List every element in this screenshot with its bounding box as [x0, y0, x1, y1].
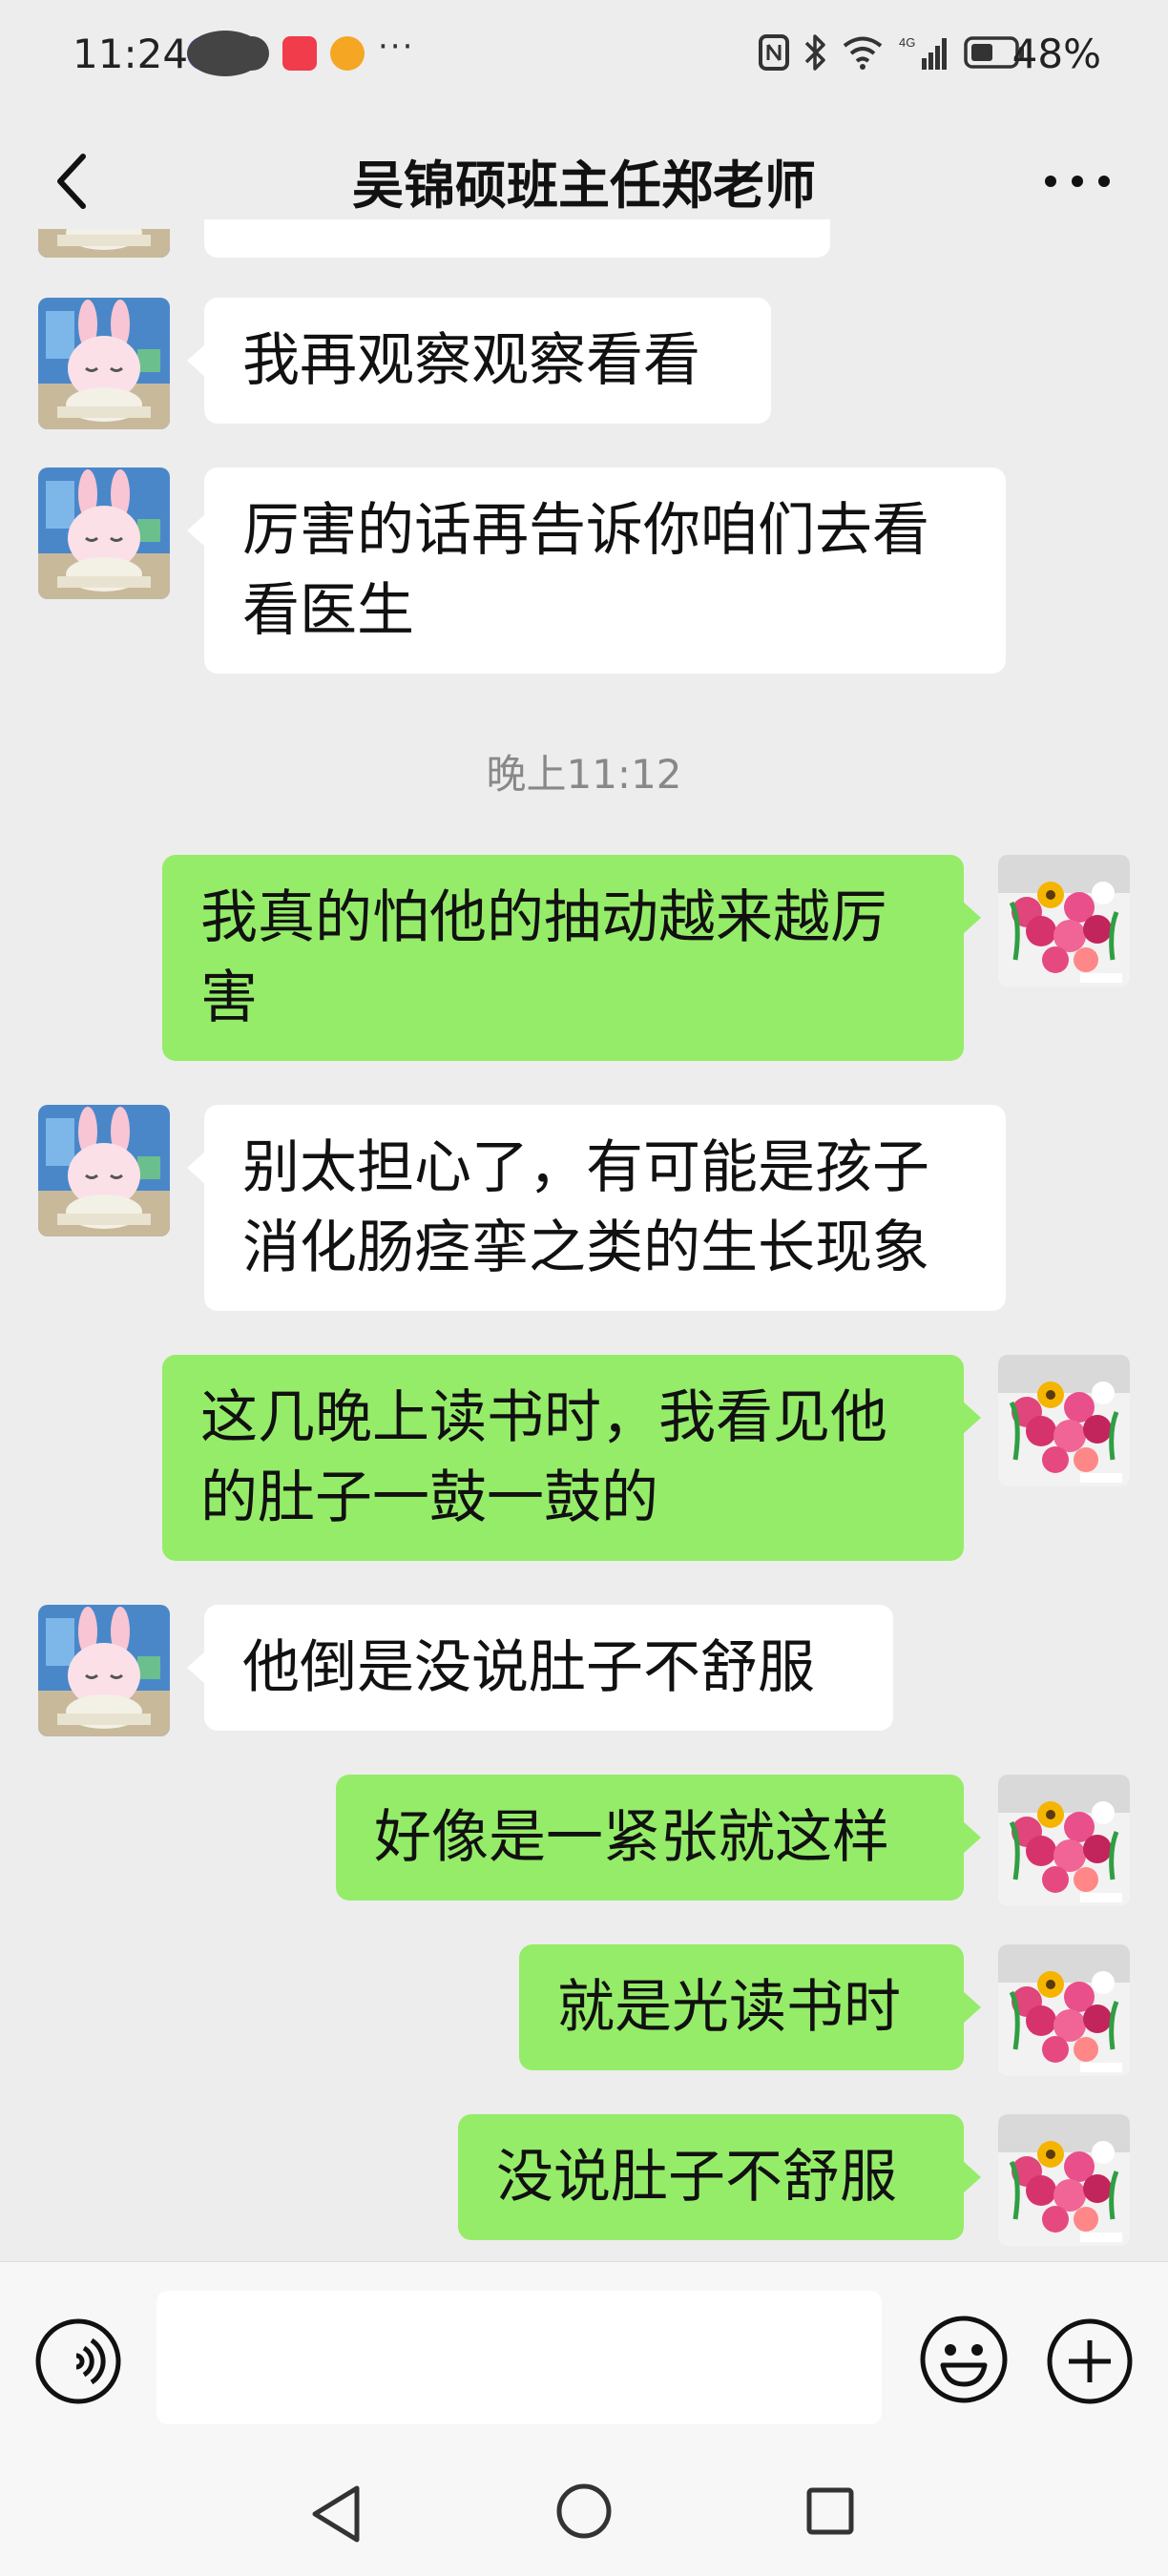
back-button[interactable]	[38, 143, 105, 219]
message-bubble[interactable]: 厉害的话再告诉你咱们去看看医生	[187, 467, 1006, 674]
nav-home-button[interactable]	[553, 2481, 615, 2542]
voice-icon	[35, 2318, 121, 2404]
message-bubble[interactable]: 他倒是没说肚子不舒服	[187, 1605, 893, 1731]
system-icons: 4G	[758, 32, 1025, 73]
cellular-signal-icon: 4G	[899, 35, 947, 70]
avatar[interactable]	[998, 2114, 1130, 2246]
system-navigation-bar	[0, 2452, 1168, 2576]
more-horizontal-icon	[1045, 176, 1110, 187]
message-bubble[interactable]: 就是光读书时	[519, 1944, 981, 2070]
message-bubble[interactable]: 我再观察观察看看	[187, 298, 771, 424]
wifi-icon	[843, 36, 883, 70]
avatar[interactable]	[998, 1775, 1130, 1906]
avatar[interactable]	[38, 298, 170, 429]
status-bar: 11:24 ··· 4G 48%	[0, 0, 1168, 114]
input-bar	[0, 2261, 1168, 2452]
message-app-icon	[187, 31, 263, 76]
square-recents-icon	[806, 2487, 854, 2535]
avatar[interactable]	[998, 855, 1130, 987]
nav-back-button[interactable]	[305, 2481, 366, 2547]
timestamp: 晚上11:12	[486, 751, 682, 798]
avatar[interactable]	[38, 467, 170, 599]
nav-recents-button[interactable]	[802, 2483, 859, 2540]
message-bubble[interactable]: 我真的怕他的抽动越来越厉害	[162, 855, 981, 1061]
emoji-button[interactable]	[918, 2314, 1010, 2405]
more-notifications-indicator: ···	[378, 28, 415, 66]
message-bubble[interactable]: 这几晚上读书时，我看见他的肚子一鼓一鼓的	[162, 1355, 981, 1561]
avatar[interactable]	[38, 1605, 170, 1736]
svg-text:4G: 4G	[899, 35, 915, 50]
nfc-icon	[759, 34, 789, 71]
triangle-back-icon	[312, 2485, 360, 2543]
message-bubble[interactable]: 没说肚子不舒服	[458, 2114, 981, 2240]
chat-title: 吴锦硕班主任郑老师	[352, 156, 816, 216]
plus-icon	[1047, 2318, 1133, 2404]
voice-input-button[interactable]	[34, 2317, 122, 2405]
avatar[interactable]	[38, 1105, 170, 1236]
partial-message-bubble	[204, 219, 830, 258]
battery-percentage: 48%	[1012, 31, 1101, 77]
avatar	[38, 229, 170, 258]
message-bubble[interactable]: 别太担心了，有可能是孩子消化肠痉挛之类的生长现象	[187, 1105, 1006, 1311]
orange-app-icon	[330, 36, 365, 71]
chevron-left-icon	[57, 154, 86, 209]
message-bubble[interactable]: 好像是一紧张就这样	[336, 1775, 981, 1901]
avatar[interactable]	[998, 1355, 1130, 1486]
more-actions-button[interactable]	[1046, 2317, 1134, 2405]
status-time: 11:24	[73, 31, 189, 77]
more-options-button[interactable]	[1025, 143, 1130, 219]
red-app-icon	[282, 36, 317, 71]
circle-home-icon	[556, 2483, 612, 2539]
notification-icons: ···	[187, 28, 414, 76]
avatar[interactable]	[998, 1944, 1130, 2076]
message-input[interactable]	[156, 2291, 882, 2424]
smiley-icon	[920, 2316, 1008, 2403]
bluetooth-icon	[804, 34, 825, 71]
